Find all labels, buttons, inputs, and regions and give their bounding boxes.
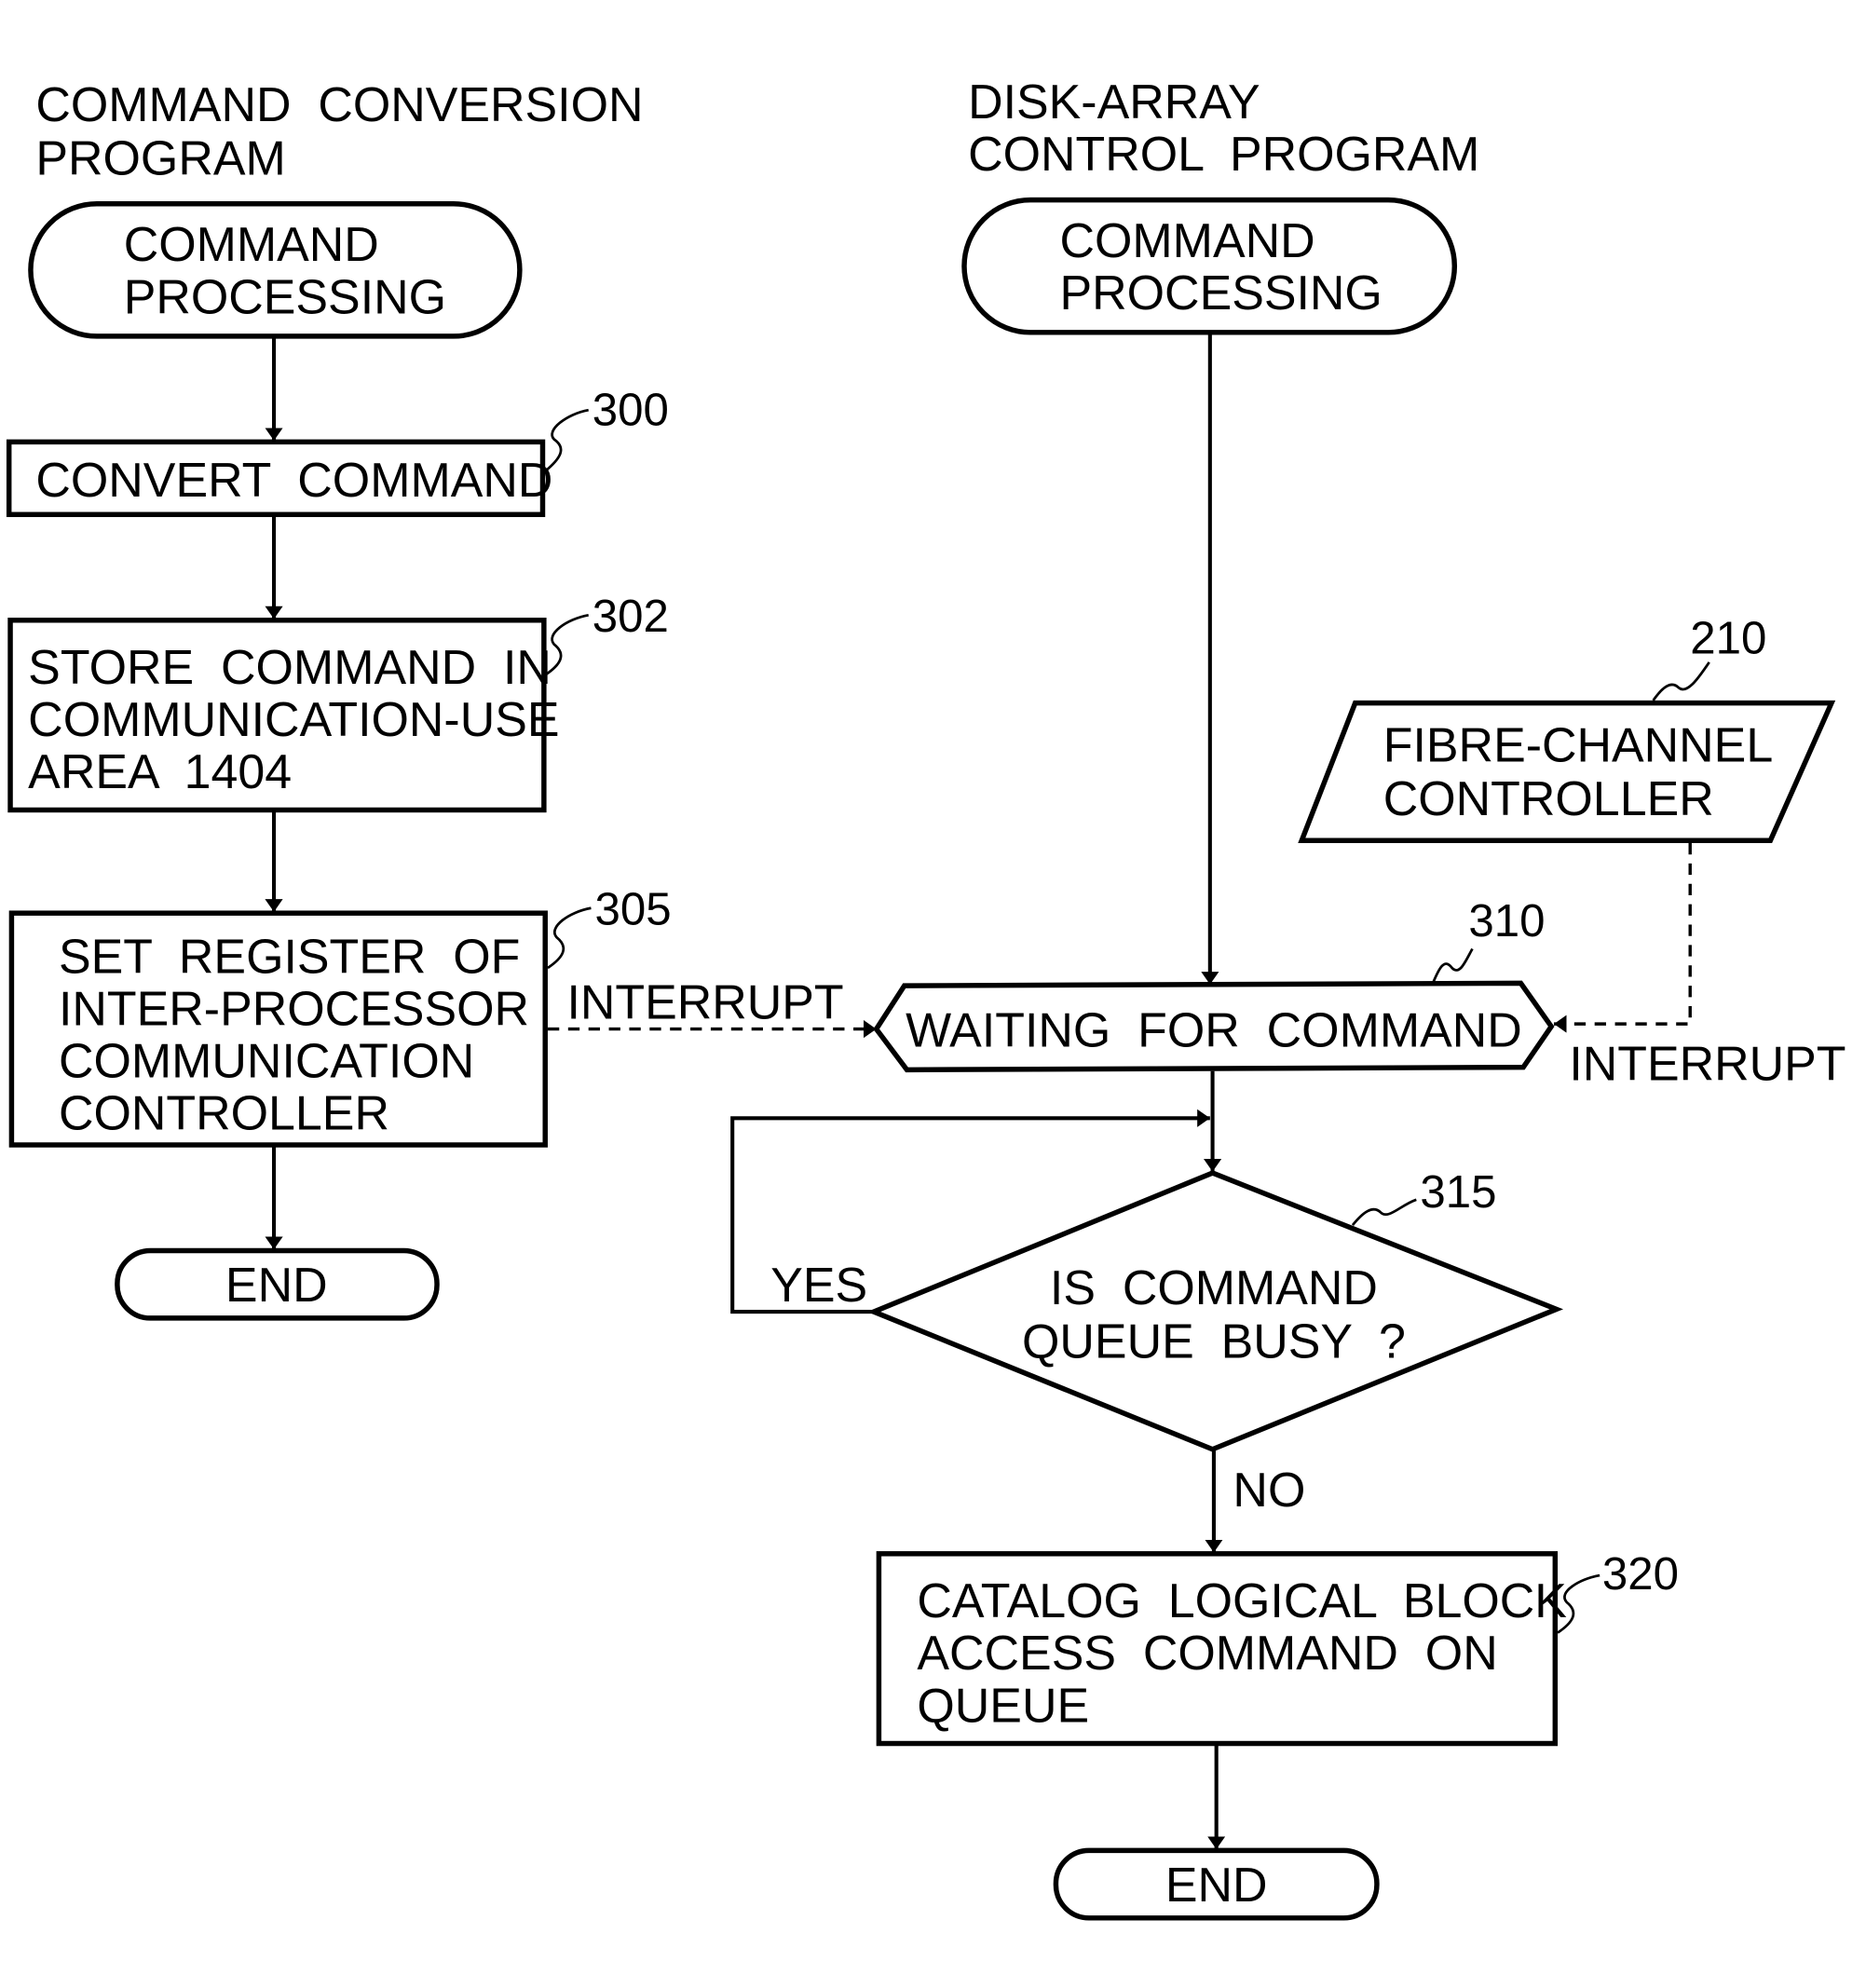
fibre-channel-line-2: CONTROLLER <box>1383 772 1714 826</box>
ref-305: 305 <box>595 883 672 934</box>
ref-310-leader <box>1431 947 1474 984</box>
step-302-line-1: STORE COMMAND IN <box>28 641 552 695</box>
step-302-line-3: AREA 1404 <box>28 745 292 799</box>
left-title-line-1: COMMAND CONVERSION <box>35 78 643 132</box>
right-end-text: END <box>1165 1859 1268 1913</box>
ref-315: 315 <box>1420 1166 1496 1218</box>
interrupt-right-dashed-arrow <box>1553 843 1692 1033</box>
step-300-text: CONVERT COMMAND <box>35 454 552 508</box>
right-start-line-1: COMMAND <box>1060 214 1315 268</box>
left-start-line-2: PROCESSING <box>124 270 446 324</box>
step-302-line-2: COMMUNICATION-USE <box>28 693 559 747</box>
ref-305-leader <box>547 906 592 970</box>
left-end-text: END <box>225 1259 328 1313</box>
ref-302: 302 <box>592 591 669 642</box>
step-320-line-3: QUEUE <box>917 1679 1089 1733</box>
no-label: NO <box>1233 1464 1305 1518</box>
interrupt-right-label: INTERRUPT <box>1569 1037 1846 1091</box>
step-305-line-3: COMMUNICATION <box>59 1035 474 1089</box>
step-320-line-2: ACCESS COMMAND ON <box>917 1627 1497 1681</box>
right-title-line-2: CONTROL PROGRAM <box>968 128 1479 182</box>
right-start-line-2: PROCESSING <box>1060 266 1382 320</box>
ref-300: 300 <box>592 385 669 436</box>
decision-line-1: IS COMMAND <box>1050 1261 1378 1315</box>
decision-line-2: QUEUE BUSY ? <box>1022 1314 1406 1368</box>
ref-310: 310 <box>1468 895 1545 946</box>
step-305-line-1: SET REGISTER OF <box>59 930 520 984</box>
yes-label: YES <box>770 1259 867 1313</box>
step-305-line-4: CONTROLLER <box>59 1087 389 1141</box>
left-start-line-1: COMMAND <box>124 218 379 272</box>
waiting-text: WAITING FOR COMMAND <box>906 1004 1522 1058</box>
left-title-line-2: PROGRAM <box>35 131 285 185</box>
step-320-line-1: CATALOG LOGICAL BLOCK <box>917 1574 1567 1628</box>
ref-210: 210 <box>1690 612 1766 663</box>
ref-320: 320 <box>1602 1548 1679 1600</box>
ref-210-leader <box>1652 661 1710 701</box>
right-title-line-1: DISK-ARRAY <box>968 75 1260 129</box>
ref-315-leader <box>1351 1198 1417 1226</box>
interrupt-left-label: INTERRUPT <box>566 976 843 1030</box>
ref-302-leader <box>544 613 589 676</box>
fibre-channel-line-1: FIBRE-CHANNEL <box>1383 719 1773 773</box>
flowchart: COMMAND CONVERSION PROGRAM COMMAND PROCE… <box>6 75 1846 1921</box>
step-305-line-2: INTER-PROCESSOR <box>59 982 529 1036</box>
